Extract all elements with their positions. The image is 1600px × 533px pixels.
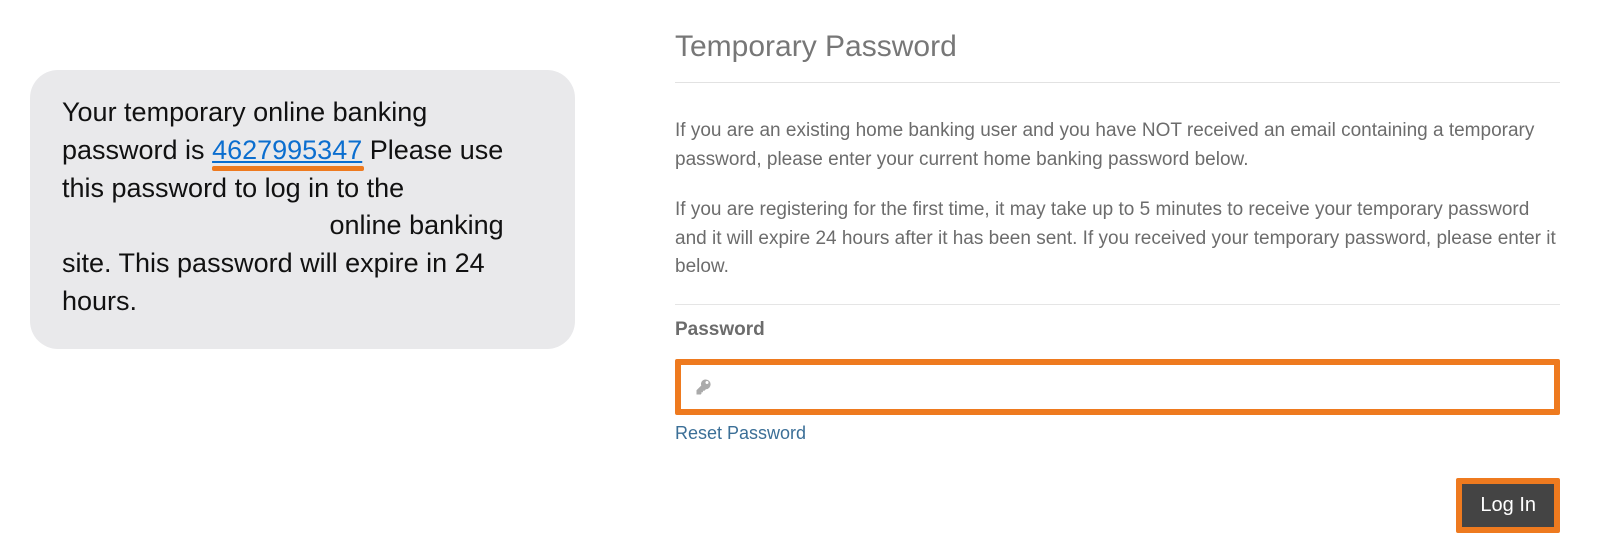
instruction-paragraph-2: If you are registering for the first tim…: [675, 196, 1560, 282]
password-input[interactable]: [719, 365, 1554, 409]
sms-code-underline-highlight: [212, 166, 364, 171]
login-button[interactable]: Log In: [1462, 484, 1554, 527]
password-input-highlight-box: [675, 359, 1560, 415]
divider-top: [675, 82, 1560, 83]
key-icon: [695, 378, 713, 396]
password-label: Password: [675, 319, 1560, 341]
reset-password-link[interactable]: Reset Password: [675, 423, 806, 443]
button-row: Log In: [675, 478, 1560, 533]
temporary-password-form: Temporary Password If you are an existin…: [610, 30, 1570, 493]
sms-panel: Your temporary online banking password i…: [30, 30, 610, 493]
sms-bubble: Your temporary online banking password i…: [30, 70, 575, 349]
sms-temp-password-link[interactable]: 4627995347: [212, 135, 362, 165]
instruction-paragraph-1: If you are an existing home banking user…: [675, 117, 1560, 174]
sms-redacted-block: [62, 215, 322, 239]
divider-mid: [675, 304, 1560, 305]
login-button-highlight-box: Log In: [1456, 478, 1560, 533]
page-title: Temporary Password: [675, 30, 1560, 64]
